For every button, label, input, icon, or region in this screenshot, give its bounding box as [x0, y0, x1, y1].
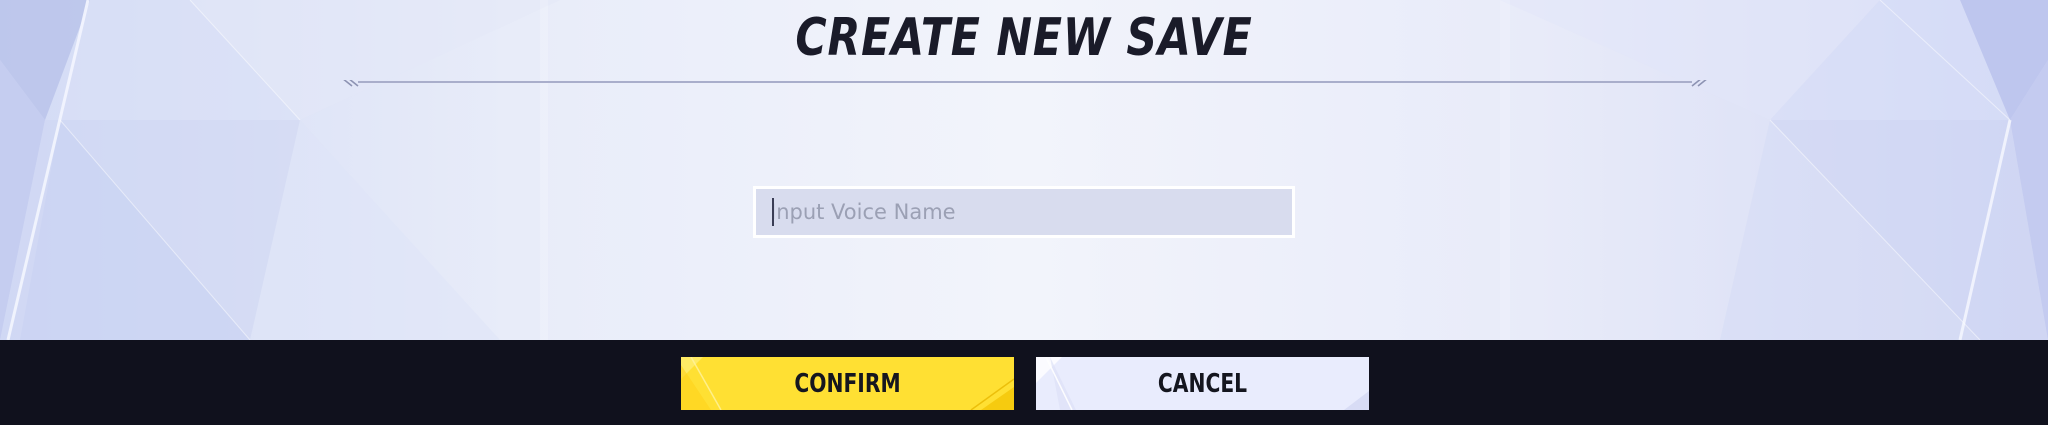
- cancel-button-label: CANCEL: [1157, 368, 1248, 399]
- double-slash-icon: [343, 80, 359, 87]
- double-slash-icon: [1691, 80, 1707, 87]
- footer-bar: [0, 340, 2048, 425]
- dialog-panel: CREATE NEW SAVE: [0, 0, 2048, 340]
- text-caret: [772, 198, 774, 226]
- confirm-button[interactable]: CONFIRM: [681, 357, 1014, 410]
- confirm-button-label: CONFIRM: [794, 368, 901, 399]
- voice-name-input[interactable]: [756, 189, 1292, 235]
- cancel-button[interactable]: CANCEL: [1036, 357, 1369, 410]
- dialog-title: CREATE NEW SAVE: [795, 8, 1253, 68]
- title-divider: [343, 80, 1707, 87]
- voice-name-field[interactable]: [753, 186, 1295, 238]
- create-save-dialog: CREATE NEW SAVE CONFIRM: [0, 0, 2048, 425]
